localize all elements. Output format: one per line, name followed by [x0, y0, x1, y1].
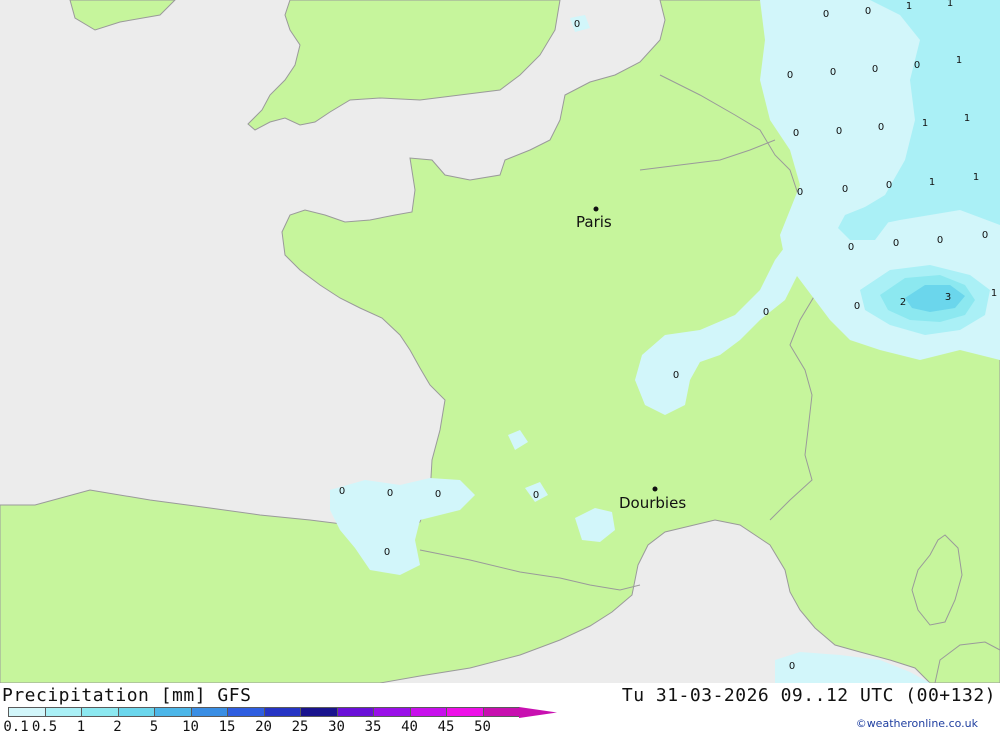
- value-label: 0: [339, 486, 345, 497]
- value-label: 1: [947, 0, 953, 9]
- legend-swatch: [482, 707, 520, 717]
- value-label: 0: [854, 301, 860, 312]
- value-label: 0: [797, 187, 803, 198]
- value-label: 1: [929, 177, 935, 188]
- map-title: Precipitation [mm] GFS: [2, 685, 252, 706]
- value-label: 0: [865, 6, 871, 17]
- precipitation-map: Paris Dourbies 0 0 1 1 0 0 0 0 1 0 0 0 1…: [0, 0, 1000, 683]
- legend-swatch: [117, 707, 155, 717]
- value-label: 0: [842, 184, 848, 195]
- value-label: 0: [982, 230, 988, 241]
- value-label: 0: [574, 19, 580, 30]
- value-label: 0: [384, 547, 390, 558]
- value-label: 0: [836, 126, 842, 137]
- value-label: 1: [964, 113, 970, 124]
- value-label: 1: [906, 1, 912, 12]
- legend-swatch: [300, 707, 338, 717]
- forecast-datetime: Tu 31-03-2026 09..12 UTC (00+132): [621, 685, 996, 706]
- legend-swatch: [263, 707, 301, 717]
- legend-arrow: [519, 707, 557, 718]
- legend-swatch: [154, 707, 192, 717]
- legend-swatch: [409, 707, 447, 717]
- value-label: 0: [793, 128, 799, 139]
- value-label: 0: [673, 370, 679, 381]
- value-label: 2: [900, 297, 906, 308]
- city-marker-dourbies: [652, 486, 658, 492]
- city-label-dourbies: Dourbies: [619, 494, 686, 512]
- value-label: 0: [787, 70, 793, 81]
- legend-swatch: [81, 707, 119, 717]
- city-label-paris: Paris: [576, 213, 612, 231]
- legend-swatch: [336, 707, 374, 717]
- value-label: 0: [872, 64, 878, 75]
- value-label: 1: [922, 118, 928, 129]
- city-marker-paris: [593, 206, 599, 212]
- legend-swatch: [8, 707, 46, 717]
- legend-swatch: [44, 707, 82, 717]
- value-label: 0: [533, 490, 539, 501]
- legend-swatch: [190, 707, 228, 717]
- legend-swatch: [373, 707, 411, 717]
- value-label: 0: [763, 307, 769, 318]
- value-label: 1: [956, 55, 962, 66]
- value-label: 0: [387, 488, 393, 499]
- value-label: 0: [878, 122, 884, 133]
- value-label: 3: [945, 292, 951, 303]
- value-label: 1: [973, 172, 979, 183]
- value-label: 0: [914, 60, 920, 71]
- map-footer: Precipitation [mm] GFS Tu 31-03-2026 09.…: [0, 683, 1000, 735]
- value-label: 0: [435, 489, 441, 500]
- legend-swatch: [227, 707, 265, 717]
- value-label: 0: [848, 242, 854, 253]
- value-label: 0: [789, 661, 795, 672]
- value-label: 0: [886, 180, 892, 191]
- value-label: 0: [893, 238, 899, 249]
- value-label: 0: [830, 67, 836, 78]
- legend-swatch: [446, 707, 484, 717]
- value-label: 0: [937, 235, 943, 246]
- value-label: 1: [991, 288, 997, 299]
- credit-link[interactable]: ©weatheronline.co.uk: [856, 717, 978, 730]
- value-label: 0: [823, 9, 829, 20]
